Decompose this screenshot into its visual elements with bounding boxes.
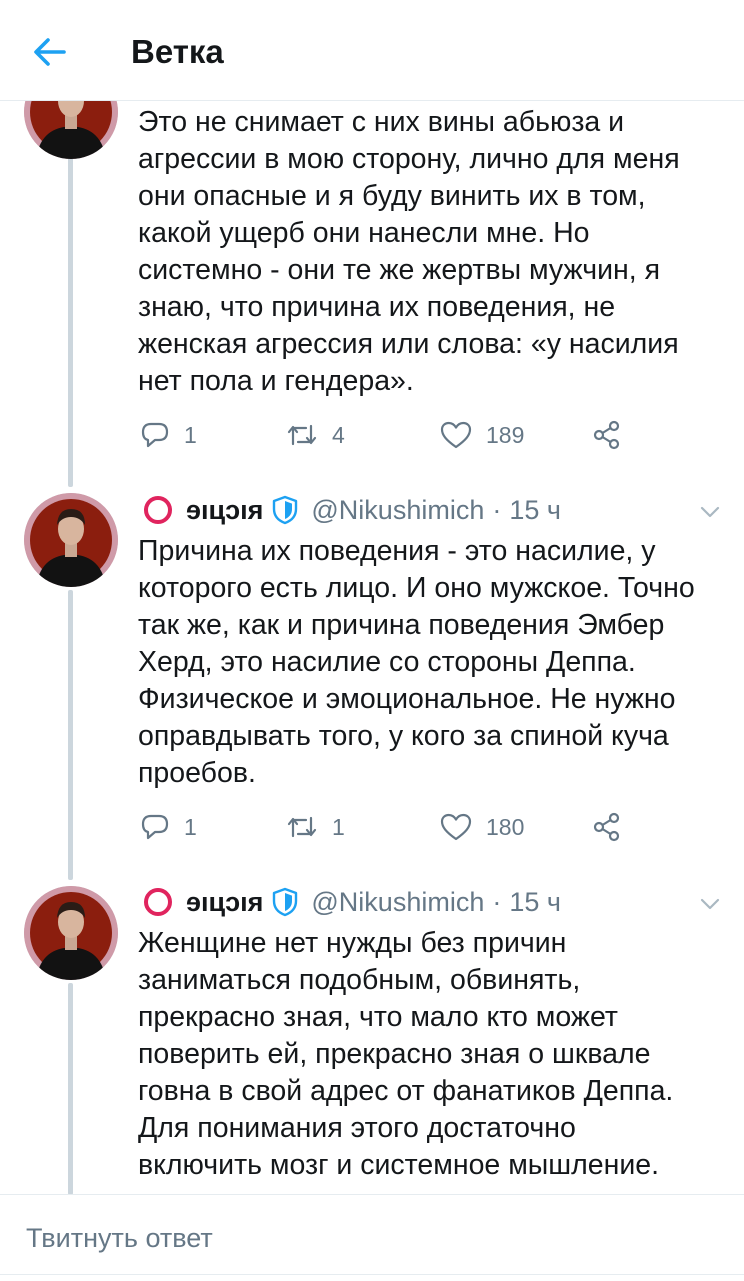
thread-line — [68, 152, 73, 487]
reply-count: 1 — [184, 813, 197, 840]
tweet-actions: 1 1 180 — [140, 810, 640, 844]
avatar[interactable] — [24, 493, 118, 587]
red-circle-icon — [144, 496, 172, 524]
heart-icon — [440, 421, 472, 449]
reply-button[interactable]: 1 — [140, 418, 197, 452]
reply-input[interactable]: Твитнуть ответ — [26, 1223, 213, 1254]
retweet-count: 1 — [332, 813, 345, 840]
tweet-header: ɘıцɔıя @Nikushimich · 15 ч — [138, 885, 561, 919]
chevron-down-icon[interactable] — [696, 502, 724, 522]
timestamp[interactable]: 15 ч — [509, 887, 561, 918]
tweet-header: ɘıцɔıя @Nikushimich · 15 ч — [138, 493, 561, 527]
retweet-icon — [287, 424, 317, 446]
reply-icon — [141, 814, 169, 840]
divider — [0, 1274, 744, 1275]
share-button[interactable] — [592, 418, 636, 452]
shield-icon — [273, 887, 298, 917]
tweet-text: Это не снимает с них вины абьюза и агрес… — [138, 106, 680, 397]
like-button[interactable]: 180 — [440, 810, 524, 844]
like-count: 180 — [486, 813, 525, 840]
share-button[interactable] — [592, 810, 636, 844]
reply-icon — [141, 422, 169, 448]
share-icon — [593, 812, 620, 842]
display-name[interactable]: ɘıцɔıя — [186, 887, 263, 918]
like-count: 189 — [486, 421, 525, 448]
like-button[interactable]: 189 — [440, 418, 524, 452]
top-bar: Ветка — [0, 0, 744, 101]
shield-icon — [273, 495, 298, 525]
separator-dot: · — [492, 886, 502, 917]
tweet-text: Причина их поведения - это насилие, у ко… — [138, 535, 695, 789]
chevron-down-icon[interactable] — [696, 894, 724, 914]
user-handle[interactable]: @Nikushimich — [311, 495, 484, 526]
reply-bar: Твитнуть ответ — [0, 1194, 744, 1281]
heart-icon — [440, 813, 472, 841]
display-name[interactable]: ɘıцɔıя — [186, 495, 263, 526]
red-circle-icon — [144, 888, 172, 916]
retweet-button[interactable]: 1 — [286, 810, 345, 844]
retweet-icon — [287, 816, 317, 838]
reply-button[interactable]: 1 — [140, 810, 197, 844]
tweet-text: Женщине нет нужды без причин заниматься … — [138, 927, 674, 1181]
tweet-actions: 1 4 189 — [140, 418, 640, 452]
avatar[interactable] — [24, 886, 118, 980]
retweet-button[interactable]: 4 — [286, 418, 345, 452]
user-handle[interactable]: @Nikushimich — [311, 887, 484, 918]
timestamp[interactable]: 15 ч — [509, 495, 561, 526]
share-icon — [593, 420, 620, 450]
arrow-left-icon[interactable] — [24, 26, 76, 78]
retweet-count: 4 — [332, 421, 345, 448]
reply-count: 1 — [184, 421, 197, 448]
thread-line — [68, 590, 73, 880]
thread-line — [68, 983, 73, 1195]
separator-dot: · — [492, 494, 502, 525]
page-title: Ветка — [131, 33, 224, 70]
